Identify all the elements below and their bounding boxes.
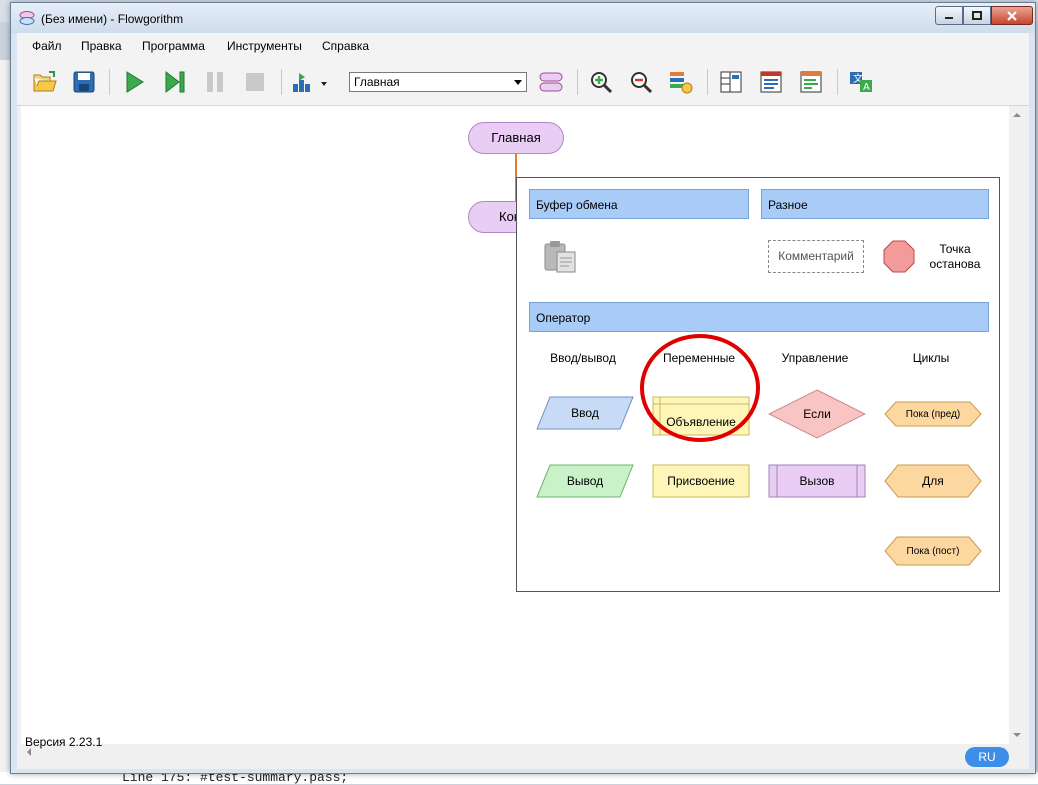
input-shape[interactable]: Ввод xyxy=(536,396,634,430)
while-shape[interactable]: Пока (пред) xyxy=(884,401,982,427)
menu-help[interactable]: Справка xyxy=(322,39,369,53)
variables-window-icon xyxy=(800,71,822,93)
minimize-icon xyxy=(945,16,953,19)
output-label: Вывод xyxy=(566,474,604,488)
highlight-annotation-circle xyxy=(640,334,760,442)
minimize-button[interactable] xyxy=(935,6,963,25)
step-icon xyxy=(165,70,185,94)
version-label: Версия 2.23.1 xyxy=(25,735,103,749)
toolbar-separator xyxy=(707,69,708,95)
zoom-in-button[interactable] xyxy=(587,68,615,96)
insert-shape-popup: Буфер обмена Разное Комментарий Точка ос… xyxy=(516,177,1000,592)
column-control: Управление xyxy=(781,351,849,365)
scroll-up-icon[interactable] xyxy=(1013,112,1021,118)
open-button[interactable] xyxy=(31,68,59,96)
speed-dropdown-button[interactable] xyxy=(291,68,331,96)
flowchart-canvas[interactable]: Главная Кон Буфер обмена Разное Коммента… xyxy=(21,106,1009,744)
pause-button[interactable] xyxy=(201,68,229,96)
maximize-button[interactable] xyxy=(963,6,991,25)
source-code-icon xyxy=(760,71,782,93)
do-while-label: Пока (пост) xyxy=(906,545,960,557)
save-button[interactable] xyxy=(70,68,98,96)
breakpoint-label: Точка останова xyxy=(929,242,981,271)
menu-program[interactable]: Программа xyxy=(142,39,205,53)
zoom-in-icon xyxy=(591,72,613,94)
manage-functions-button[interactable] xyxy=(537,68,565,96)
vertical-scrollbar[interactable] xyxy=(1009,106,1025,744)
toolbar-separator xyxy=(281,69,282,95)
toolbar-separator xyxy=(577,69,578,95)
menu-bar: Файл Правка Программа Инструменты Справк… xyxy=(17,33,1029,59)
clipboard-paste-icon[interactable] xyxy=(543,240,579,274)
misc-header: Разное xyxy=(761,189,989,219)
flowgorithm-app-icon xyxy=(19,11,35,25)
open-folder-icon xyxy=(33,71,57,92)
assign-shape[interactable]: Присвоение xyxy=(652,464,750,498)
do-while-shape[interactable]: Пока (пост) xyxy=(884,536,982,566)
scroll-down-icon[interactable] xyxy=(1013,732,1021,738)
variables-view-button[interactable] xyxy=(797,68,825,96)
svg-text:A: A xyxy=(863,82,870,93)
menu-file[interactable]: Файл xyxy=(32,39,62,53)
comment-shape[interactable]: Комментарий xyxy=(768,240,864,273)
maximize-icon xyxy=(972,11,982,20)
menu-edit[interactable]: Правка xyxy=(81,39,122,53)
split-view-icon xyxy=(720,71,742,93)
column-io: Ввод/вывод xyxy=(550,351,616,365)
close-button[interactable] xyxy=(991,6,1033,25)
zoom-out-icon xyxy=(631,72,653,94)
layout-settings-icon xyxy=(670,72,693,94)
output-shape[interactable]: Вывод xyxy=(536,464,634,498)
toolbar-separator xyxy=(837,69,838,95)
source-view-button[interactable] xyxy=(757,68,785,96)
input-label: Ввод xyxy=(571,406,599,420)
scroll-left-icon[interactable] xyxy=(26,748,32,756)
stop-button[interactable] xyxy=(241,68,269,96)
translate-button[interactable]: 文 A xyxy=(847,68,875,96)
operator-header: Оператор xyxy=(529,302,989,332)
stop-icon xyxy=(246,73,264,91)
title-bar: (Без имени) - Flowgorithm xyxy=(11,3,1035,33)
run-button[interactable] xyxy=(120,68,148,96)
toolbar: Главная 文 A xyxy=(17,59,1029,106)
function-select-value: Главная xyxy=(354,75,400,89)
translate-icon: 文 A xyxy=(850,72,872,93)
play-icon xyxy=(126,71,144,93)
close-icon xyxy=(1007,10,1017,21)
function-select[interactable]: Главная xyxy=(349,72,527,92)
chevron-down-icon xyxy=(514,80,522,85)
call-shape[interactable]: Вызов xyxy=(768,464,866,498)
speed-chart-icon xyxy=(293,73,327,92)
step-button[interactable] xyxy=(161,68,189,96)
layout-settings-button[interactable] xyxy=(667,68,695,96)
start-node-main[interactable]: Главная xyxy=(468,122,564,154)
clipboard-header: Буфер обмена xyxy=(529,189,749,219)
toolbar-separator xyxy=(109,69,110,95)
column-loops: Циклы xyxy=(912,351,950,365)
functions-icon xyxy=(539,72,563,92)
assign-label: Присвоение xyxy=(667,474,735,488)
layout-view-button[interactable] xyxy=(717,68,745,96)
language-badge[interactable]: RU xyxy=(965,747,1009,767)
client-area: Файл Правка Программа Инструменты Справк… xyxy=(17,33,1029,769)
flowgorithm-window: (Без имени) - Flowgorithm Файл Правка Пр… xyxy=(10,2,1036,774)
while-label: Пока (пред) xyxy=(905,408,961,420)
if-shape[interactable]: Если xyxy=(768,389,866,439)
save-disk-icon xyxy=(73,71,95,93)
for-label: Для xyxy=(922,474,944,488)
for-shape[interactable]: Для xyxy=(884,464,982,498)
breakpoint-stop-icon[interactable] xyxy=(883,240,915,273)
if-label: Если xyxy=(803,407,831,421)
zoom-out-button[interactable] xyxy=(627,68,655,96)
call-label: Вызов xyxy=(799,474,835,488)
menu-tools[interactable]: Инструменты xyxy=(227,39,302,53)
horizontal-scrollbar[interactable] xyxy=(21,744,1009,760)
pause-icon xyxy=(207,72,223,92)
window-title: (Без имени) - Flowgorithm xyxy=(41,12,184,26)
